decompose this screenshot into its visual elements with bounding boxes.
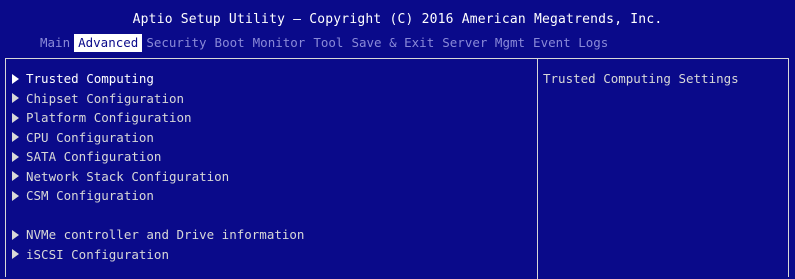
menu-item-trusted-computing[interactable]: Trusted Computing (12, 69, 532, 89)
menu-item-label: Network Stack Configuration (26, 168, 230, 184)
menu-item-label: SATA Configuration (26, 149, 162, 164)
submenu-arrow-icon (12, 73, 19, 84)
menu-item-label: NVMe controller and Drive information (26, 227, 305, 242)
menu-item-label: Trusted Computing (26, 71, 154, 86)
panel-divider (537, 58, 538, 279)
advanced-menu-list: Trusted Computing Chipset Configuration … (12, 69, 532, 264)
menu-item-cpu-configuration[interactable]: CPU Configuration (12, 128, 532, 148)
utility-title: Aptio Setup Utility – Copyright (C) 2016… (132, 12, 663, 27)
content-panel: Trusted Computing Chipset Configuration … (0, 56, 795, 279)
submenu-arrow-icon (12, 132, 19, 143)
submenu-arrow-icon (12, 93, 19, 104)
tab-bar: Main Advanced Security Boot Monitor Tool… (36, 34, 612, 52)
tab-main[interactable]: Main (36, 34, 74, 52)
menu-item-iscsi-configuration[interactable]: iSCSI Configuration (12, 245, 532, 265)
help-text: Trusted Computing Settings (543, 71, 739, 86)
menu-item-chipset-configuration[interactable]: Chipset Configuration (12, 89, 532, 109)
tab-monitor[interactable]: Monitor (249, 34, 310, 52)
tab-tool[interactable]: Tool (309, 34, 347, 52)
submenu-arrow-icon (12, 112, 19, 123)
menu-item-label: iSCSI Configuration (26, 246, 169, 262)
menu-item-network-stack-configuration[interactable]: Network Stack Configuration (12, 167, 532, 187)
tab-security[interactable]: Security (142, 34, 210, 52)
menu-item-sata-configuration[interactable]: SATA Configuration (12, 147, 532, 167)
menu-item-nvme-controller[interactable]: NVMe controller and Drive information (12, 225, 532, 245)
submenu-arrow-icon (12, 229, 19, 240)
menu-item-csm-configuration[interactable]: CSM Configuration (12, 186, 532, 206)
submenu-arrow-icon (12, 249, 19, 260)
tab-save-exit[interactable]: Save & Exit (347, 34, 438, 52)
menu-item-label: CSM Configuration (26, 188, 154, 203)
submenu-arrow-icon (12, 190, 19, 201)
tab-server-mgmt[interactable]: Server Mgmt (438, 34, 529, 52)
submenu-arrow-icon (12, 171, 19, 182)
tab-event-logs[interactable]: Event Logs (529, 34, 612, 52)
tab-boot[interactable]: Boot (211, 34, 249, 52)
menu-item-label: Chipset Configuration (26, 90, 185, 106)
tab-advanced[interactable]: Advanced (74, 34, 143, 52)
submenu-arrow-icon (12, 151, 19, 162)
menu-item-platform-configuration[interactable]: Platform Configuration (12, 108, 532, 128)
menu-item-label: CPU Configuration (26, 129, 154, 145)
header-bar: Aptio Setup Utility – Copyright (C) 2016… (0, 0, 795, 56)
menu-item-label: Platform Configuration (26, 110, 192, 125)
